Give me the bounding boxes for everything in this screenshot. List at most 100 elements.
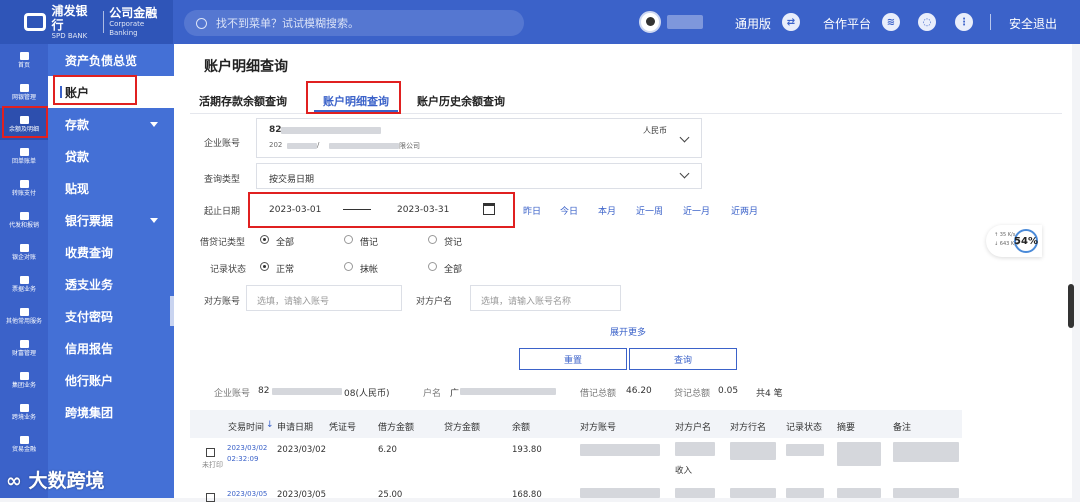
menu-item-bank-bill[interactable]: 银行票据 xyxy=(48,204,174,236)
dc-type-label: 借贷记类型 xyxy=(200,238,246,248)
balance-amount: 168.80 xyxy=(512,490,542,500)
side-item-bill[interactable]: 票据业务 xyxy=(0,268,48,300)
range-last-week[interactable]: 近一周 xyxy=(636,204,663,217)
menu-item-deposit[interactable]: 存款 xyxy=(48,108,174,140)
menu-item-discount[interactable]: 贴现 xyxy=(48,172,174,204)
side-item-trade[interactable]: 贸易金融 xyxy=(0,428,48,460)
row-checkbox[interactable] xyxy=(206,448,215,457)
cp-account-redacted xyxy=(580,488,660,498)
watermark-text: 大数跨境 xyxy=(28,470,105,492)
col-debit: 借方金额 xyxy=(378,423,415,433)
side-item-home[interactable]: 首页 xyxy=(0,44,48,76)
range-this-month[interactable]: 本月 xyxy=(598,204,616,217)
menu-label: 透支业务 xyxy=(65,277,114,292)
dc-credit-label: 贷记 xyxy=(444,238,463,248)
dc-all-radio[interactable] xyxy=(260,235,269,244)
highlight-box-tab xyxy=(306,81,401,114)
col-cp-name: 对方户名 xyxy=(675,423,712,433)
col-txn-time[interactable]: 交易时间 xyxy=(228,420,264,433)
transfer-icon xyxy=(19,179,29,188)
partner-platform-label[interactable]: 合作平台 xyxy=(823,15,871,32)
dc-all-label: 全部 xyxy=(276,238,295,248)
status-reversed-radio[interactable] xyxy=(344,262,353,271)
sort-arrow-icon[interactable]: ↓ xyxy=(266,420,274,430)
col-remark: 备注 xyxy=(893,423,912,433)
menu-item-crossborder-group[interactable]: 跨境集团 xyxy=(48,396,174,428)
network-speed-widget[interactable]: ↑ 35 K/s ↓ 643 K/s 54% xyxy=(986,225,1042,257)
cp-account-input[interactable]: 选填，请输入账号 xyxy=(246,285,402,311)
menu-item-overdraft[interactable]: 透支业务 xyxy=(48,268,174,300)
bulb-icon[interactable]: ◌ xyxy=(918,13,936,31)
tab-history-balance[interactable]: 账户历史余额查询 xyxy=(408,94,514,112)
side-item-reconcile[interactable]: 银企对账 xyxy=(0,236,48,268)
cp-name-tail: 收入 xyxy=(675,466,693,476)
query-button[interactable]: 查询 xyxy=(629,348,737,370)
side-item-transfer[interactable]: 转账支付 xyxy=(0,172,48,204)
menu-label: 支付密码 xyxy=(65,309,114,324)
query-type-label: 查询类型 xyxy=(204,175,241,185)
menu-item-credit-report[interactable]: 信用报告 xyxy=(48,332,174,364)
cp-name-input[interactable]: 选填，请输入账号名称 xyxy=(470,285,621,311)
version-switch-label[interactable]: 通用版 xyxy=(735,15,771,32)
menu-label: 他行账户 xyxy=(65,373,114,388)
dc-debit-label: 借记 xyxy=(360,238,379,248)
more-icon[interactable]: ⋮ xyxy=(955,13,973,31)
menu-item-loan[interactable]: 贷款 xyxy=(48,140,174,172)
chevron-down-icon xyxy=(150,218,158,227)
side-label: 首页 xyxy=(17,61,30,69)
cp-name-placeholder: 选填，请输入账号名称 xyxy=(481,297,572,307)
menu-label: 信用报告 xyxy=(65,341,114,356)
menu-item-fees[interactable]: 收费查询 xyxy=(48,236,174,268)
txn-date[interactable]: 2023/03/05 xyxy=(227,490,267,498)
crossborder-icon xyxy=(19,403,29,412)
range-today[interactable]: 今日 xyxy=(560,204,578,217)
summary-count: 共4 笔 xyxy=(756,389,783,399)
account-select[interactable]: 82 202 / 限公司 人民币 xyxy=(256,118,702,158)
debit-amount: 6.20 xyxy=(378,445,397,455)
logout-button[interactable]: 安全退出 xyxy=(1009,15,1057,32)
chevron-down-icon xyxy=(679,168,690,179)
summary-account-redacted xyxy=(272,388,342,395)
range-last-two-months[interactable]: 近两月 xyxy=(731,204,758,217)
scroll-indicator[interactable] xyxy=(1068,284,1074,328)
side-label: 代发和报销 xyxy=(8,221,39,229)
side-item-group[interactable]: 集团业务 xyxy=(0,364,48,396)
menu-label: 银行票据 xyxy=(65,213,114,228)
layers-icon[interactable]: ≋ xyxy=(882,13,900,31)
dc-credit-radio[interactable] xyxy=(428,235,437,244)
menu-item-pay-password[interactable]: 支付密码 xyxy=(48,300,174,332)
status-normal-radio[interactable] xyxy=(260,262,269,271)
range-yesterday[interactable]: 昨日 xyxy=(523,204,541,217)
remark-redacted xyxy=(893,488,959,498)
trade-icon xyxy=(19,435,29,444)
side-item-wealth[interactable]: 财富管理 xyxy=(0,332,48,364)
switch-icon[interactable]: ⇄ xyxy=(782,13,800,31)
tab-current-balance[interactable]: 活期存款余额查询 xyxy=(190,94,296,112)
receipt-icon xyxy=(19,147,29,156)
menu-label: 收费查询 xyxy=(65,245,114,260)
side-label: 集团业务 xyxy=(11,381,36,389)
summary-name-redacted xyxy=(460,388,556,395)
expand-more-link[interactable]: 展开更多 xyxy=(610,325,646,338)
apply-date: 2023/03/02 xyxy=(277,445,326,455)
reset-button[interactable]: 重置 xyxy=(519,348,627,370)
side-item-other[interactable]: 其他常用服务 xyxy=(0,300,48,332)
dc-debit-radio[interactable] xyxy=(344,235,353,244)
side-item-manage[interactable]: 网银管理 xyxy=(0,76,48,108)
side-item-receipt[interactable]: 回单账单 xyxy=(0,140,48,172)
bank-logo[interactable]: 浦发银行 SPD BANK 公司金融 Corporate Banking xyxy=(0,0,173,44)
txn-date[interactable]: 2023/03/02 xyxy=(227,444,267,452)
menu-item-other-bank[interactable]: 他行账户 xyxy=(48,364,174,396)
side-item-crossborder[interactable]: 跨境业务 xyxy=(0,396,48,428)
user-avatar[interactable] xyxy=(639,11,661,33)
upload-speed: ↑ 35 K/s xyxy=(994,232,1016,238)
col-cp-account: 对方账号 xyxy=(580,423,617,433)
query-type-select[interactable]: 按交易日期 xyxy=(256,163,702,189)
range-last-month[interactable]: 近一月 xyxy=(683,204,710,217)
debit-amount: 25.00 xyxy=(378,490,403,500)
account-number-redacted xyxy=(281,127,381,134)
menu-item-overview[interactable]: 资产负债总览 xyxy=(48,44,174,76)
side-item-payroll[interactable]: 代发和报销 xyxy=(0,204,48,236)
status-all-radio[interactable] xyxy=(428,262,437,271)
menu-search-input[interactable]: 找不到菜单？试试模糊搜索。 xyxy=(184,10,524,36)
